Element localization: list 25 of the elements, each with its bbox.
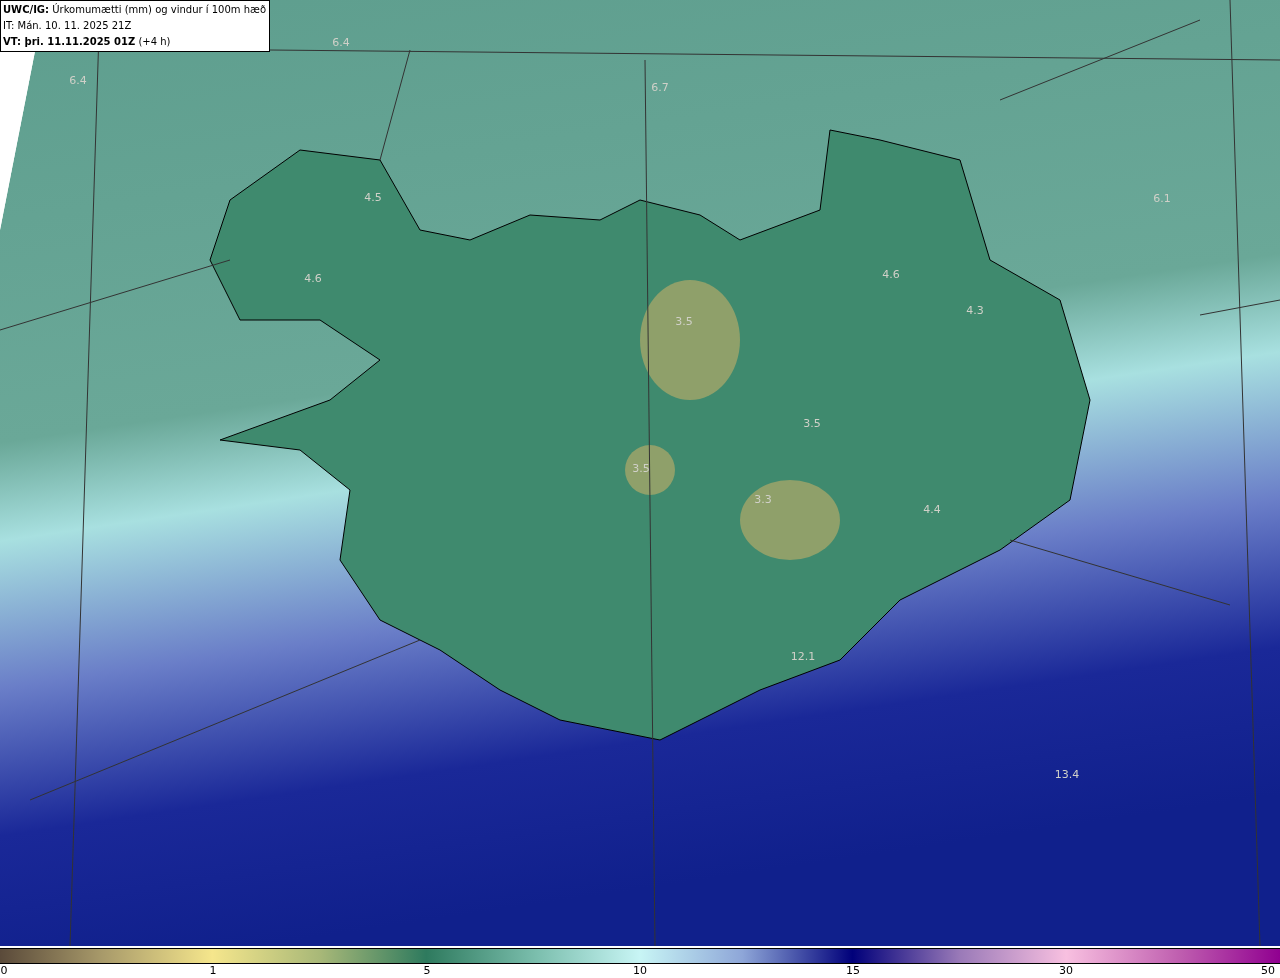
scale-tick-label: 5 xyxy=(423,964,431,977)
scale-tick-label: 1 xyxy=(209,964,217,977)
map-value-label: 3.5 xyxy=(675,313,693,330)
scale-tick-label: 50 xyxy=(1261,964,1275,977)
map-value-label: 3.5 xyxy=(632,460,650,477)
map-value-label: 4.6 xyxy=(304,270,322,287)
map-value-label: 6.4 xyxy=(69,72,87,89)
map-value-label: 13.4 xyxy=(1054,766,1080,783)
map-value-label: 3.3 xyxy=(754,491,772,508)
map-value-label: 4.6 xyxy=(882,266,900,283)
map-value-label: 12.1 xyxy=(790,648,816,665)
title-line: VT: þri. 11.11.2025 01Z (+4 h) xyxy=(3,35,172,49)
map-value-label: 4.4 xyxy=(923,501,941,518)
map-value-label: 3.5 xyxy=(803,415,821,432)
scale-tick-label: 30 xyxy=(1059,964,1073,977)
title-line: UWC/IG: Úrkomumætti (mm) og vindur í 100m hæð xyxy=(3,2,267,17)
title-line: IT: Mán. 10. 11. 2025 21Z xyxy=(3,19,133,33)
scale-tick-label: 10 xyxy=(633,964,647,977)
map-value-label: 6.4 xyxy=(332,34,350,51)
scale-tick-label: 0 xyxy=(0,964,8,977)
scale-tick-label: 15 xyxy=(846,964,860,977)
map-value-label: 6.1 xyxy=(1153,190,1171,207)
map-value-label: 6.7 xyxy=(651,79,669,96)
map-value-label: 4.5 xyxy=(364,189,382,206)
map-value-label: 4.3 xyxy=(966,302,984,319)
